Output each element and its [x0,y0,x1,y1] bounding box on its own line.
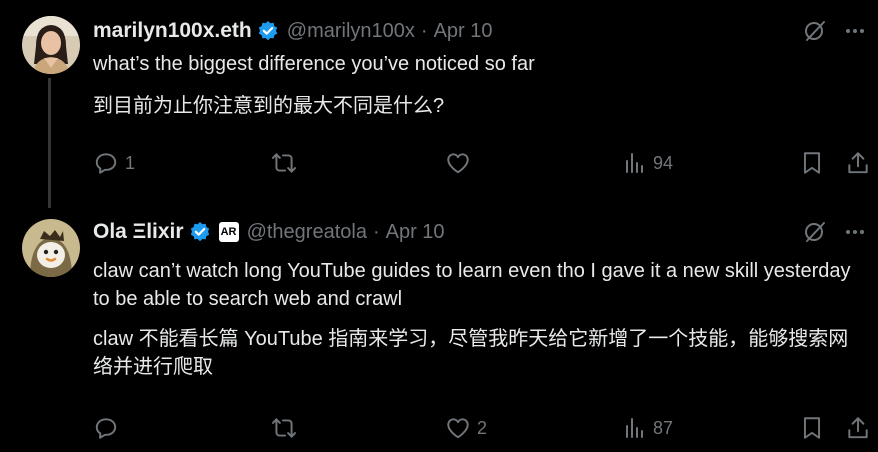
handle[interactable]: @marilyn100x [287,20,415,43]
tweet-text-en: what’s the biggest difference you’ve not… [93,53,535,75]
timestamp[interactable]: Apr 10 [386,221,445,244]
display-name[interactable]: Ola Ξlixir [93,220,184,244]
grok-icon[interactable] [802,219,828,245]
tweet-text-zh: claw 不能看长篇 YouTube 指南来学习，尽管我昨天给它新增了一个技能，… [93,328,849,378]
views-count: 87 [653,417,674,438]
reply-button[interactable]: 1 [93,148,135,178]
verified-badge-icon[interactable] [189,221,211,243]
avatar[interactable] [22,16,80,74]
like-icon [445,415,471,441]
tweet-text-zh: 到目前为止你注意到的最大不同是什么? [93,95,445,117]
like-button[interactable] [445,148,477,178]
bookmark-icon [799,150,825,176]
views-button[interactable]: 94 [623,148,673,178]
bookmark-button[interactable] [799,148,825,178]
views-icon [623,415,647,441]
bookmark-button[interactable] [799,413,825,443]
like-icon [445,150,471,176]
retweet-button[interactable] [271,148,303,178]
thread-line [48,78,51,208]
avatar[interactable] [22,219,80,277]
grok-icon[interactable] [802,18,828,44]
affiliate-badge-icon[interactable]: AR [218,222,239,242]
views-count: 94 [653,152,674,173]
reply-icon [93,415,119,441]
more-icon[interactable] [842,18,868,44]
more-icon[interactable] [842,219,868,245]
separator: · [420,19,428,42]
share-icon [845,150,871,176]
bookmark-icon [799,415,825,441]
tweet[interactable]: marilyn100x.eth @marilyn100x · Apr 10 wh… [0,0,878,208]
retweet-icon [271,415,297,441]
retweet-button[interactable] [271,413,303,443]
like-button[interactable]: 2 [445,413,487,443]
views-button[interactable]: 87 [623,413,673,443]
handle[interactable]: @thegreatola [247,221,367,244]
reply-icon [93,150,119,176]
separator: · [372,220,380,243]
retweet-icon [271,150,297,176]
tweet[interactable]: Ola Ξlixir AR @thegreatola · Apr 10 claw… [0,205,878,452]
share-button[interactable] [845,413,871,443]
tweet-text-en: claw can’t watch long YouTube guides to … [93,260,851,310]
views-icon [623,150,647,176]
timestamp[interactable]: Apr 10 [434,20,493,43]
reply-count: 1 [125,152,136,173]
share-button[interactable] [845,148,871,178]
verified-badge-icon[interactable] [257,20,279,42]
display-name[interactable]: marilyn100x.eth [93,19,252,43]
like-count: 2 [477,417,488,438]
share-icon [845,415,871,441]
reply-button[interactable] [93,413,125,443]
